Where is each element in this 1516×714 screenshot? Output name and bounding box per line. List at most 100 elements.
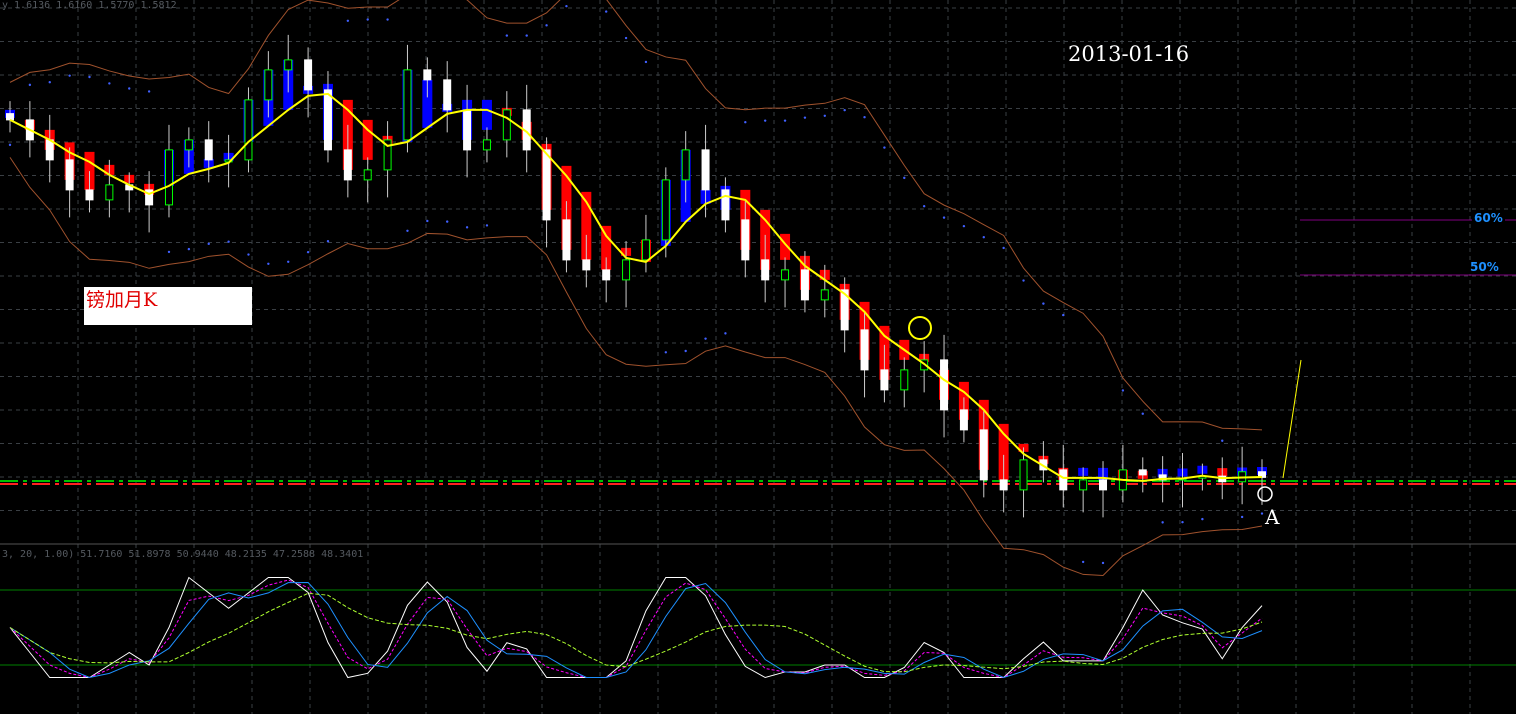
point-a-circle bbox=[1257, 486, 1273, 502]
sar-dot bbox=[922, 204, 926, 208]
candle-body bbox=[184, 139, 193, 151]
oscillator-info-header: 3, 20, 1.00) 51.7160 51.8978 50.9440 48.… bbox=[2, 549, 364, 560]
candle-body bbox=[622, 259, 631, 281]
candle-body bbox=[323, 89, 332, 151]
candle-body bbox=[204, 139, 213, 161]
candle-body bbox=[641, 239, 650, 261]
candle-body bbox=[264, 69, 273, 101]
sar-dot bbox=[604, 10, 608, 13]
projection-line bbox=[1282, 359, 1302, 479]
sar-dot bbox=[903, 176, 906, 180]
candle-body bbox=[959, 409, 968, 431]
sar-dot bbox=[1141, 412, 1144, 415]
sar-dot bbox=[386, 18, 389, 21]
sar-dot bbox=[1181, 520, 1184, 524]
bollinger-lower bbox=[9, 157, 1263, 576]
sar-dot bbox=[426, 219, 429, 223]
candle-body bbox=[502, 109, 511, 141]
candle-body bbox=[45, 139, 54, 161]
candle-body bbox=[542, 149, 551, 221]
sar-dot bbox=[1101, 561, 1105, 565]
sar-dot bbox=[446, 220, 449, 223]
sar-dot bbox=[128, 87, 131, 90]
sar-dot bbox=[565, 4, 568, 8]
chart-title-label: 镑加月K bbox=[84, 287, 252, 325]
candle-body bbox=[65, 159, 74, 191]
sar-dot bbox=[1201, 517, 1204, 521]
candle-body bbox=[741, 219, 750, 261]
candle-body bbox=[1138, 469, 1147, 476]
highlight-circle bbox=[908, 316, 932, 340]
sar-dot bbox=[366, 18, 369, 21]
candle-body bbox=[721, 189, 730, 221]
sar-dot bbox=[1002, 246, 1005, 250]
sar-dot bbox=[982, 236, 985, 239]
oscillator-slow-line bbox=[9, 592, 1263, 673]
candle-body bbox=[343, 149, 352, 181]
sar-dot bbox=[942, 216, 946, 219]
sar-dot bbox=[1240, 515, 1244, 519]
sar-dot bbox=[823, 114, 826, 117]
candle-body bbox=[800, 269, 809, 301]
sar-dot bbox=[326, 240, 330, 243]
candle-body bbox=[781, 269, 790, 281]
sar-dot bbox=[1221, 439, 1224, 442]
candle-body bbox=[423, 69, 432, 81]
sar-dot bbox=[227, 240, 230, 243]
sar-dot bbox=[267, 262, 270, 265]
trend-bar bbox=[481, 99, 492, 130]
candle-body bbox=[701, 149, 710, 191]
sar-dot bbox=[704, 337, 707, 340]
fib-50-label: 50% bbox=[1468, 260, 1501, 274]
candle-body bbox=[1099, 479, 1108, 491]
sar-dot bbox=[48, 81, 51, 84]
candle-body bbox=[999, 479, 1008, 491]
candle-body bbox=[900, 369, 909, 391]
candle-body bbox=[1059, 469, 1068, 491]
sar-dot bbox=[167, 250, 171, 254]
sar-dot bbox=[724, 332, 727, 335]
sar-dot bbox=[1042, 302, 1045, 305]
sar-dot bbox=[664, 351, 668, 354]
price-chart bbox=[0, 0, 1516, 714]
sar-dot bbox=[147, 90, 151, 93]
candle-body bbox=[582, 259, 591, 271]
candle-body bbox=[602, 269, 611, 281]
sar-dot bbox=[1161, 521, 1164, 524]
sar-dot bbox=[744, 121, 747, 124]
sar-dot bbox=[525, 34, 528, 37]
price-info-header: y 1.6136 1.6160 1.5770 1.5812 bbox=[2, 0, 177, 11]
candle-body bbox=[105, 184, 114, 201]
candle-body bbox=[661, 179, 670, 241]
sar-dot bbox=[783, 119, 787, 122]
candle-body bbox=[482, 139, 491, 151]
candle-body bbox=[304, 59, 313, 91]
sar-dot bbox=[207, 242, 210, 246]
candle-body bbox=[940, 359, 949, 411]
sar-dot bbox=[306, 250, 310, 254]
sar-dot bbox=[1062, 313, 1065, 317]
sar-dot bbox=[406, 229, 409, 233]
sar-dot bbox=[962, 224, 966, 228]
sar-dot bbox=[843, 108, 846, 112]
candle-body bbox=[681, 149, 690, 181]
candle-body bbox=[403, 69, 412, 141]
sar-dot bbox=[505, 34, 509, 37]
candle-body bbox=[1079, 479, 1088, 491]
candle-body bbox=[880, 369, 889, 391]
sar-dot bbox=[1260, 512, 1264, 515]
fib-60-label: 60% bbox=[1472, 211, 1505, 225]
point-a-label: A bbox=[1265, 505, 1280, 529]
sar-dot bbox=[624, 36, 628, 40]
sar-dot bbox=[863, 115, 866, 119]
sar-dot bbox=[68, 74, 71, 77]
sar-dot bbox=[1022, 279, 1025, 282]
sar-dot bbox=[346, 19, 350, 22]
sar-dot bbox=[8, 143, 12, 147]
candle-body bbox=[820, 289, 829, 301]
sar-dot bbox=[287, 260, 290, 263]
sar-dot bbox=[465, 226, 469, 229]
sar-dot bbox=[187, 247, 191, 251]
candle-body bbox=[85, 189, 94, 201]
candle-body bbox=[443, 79, 452, 111]
